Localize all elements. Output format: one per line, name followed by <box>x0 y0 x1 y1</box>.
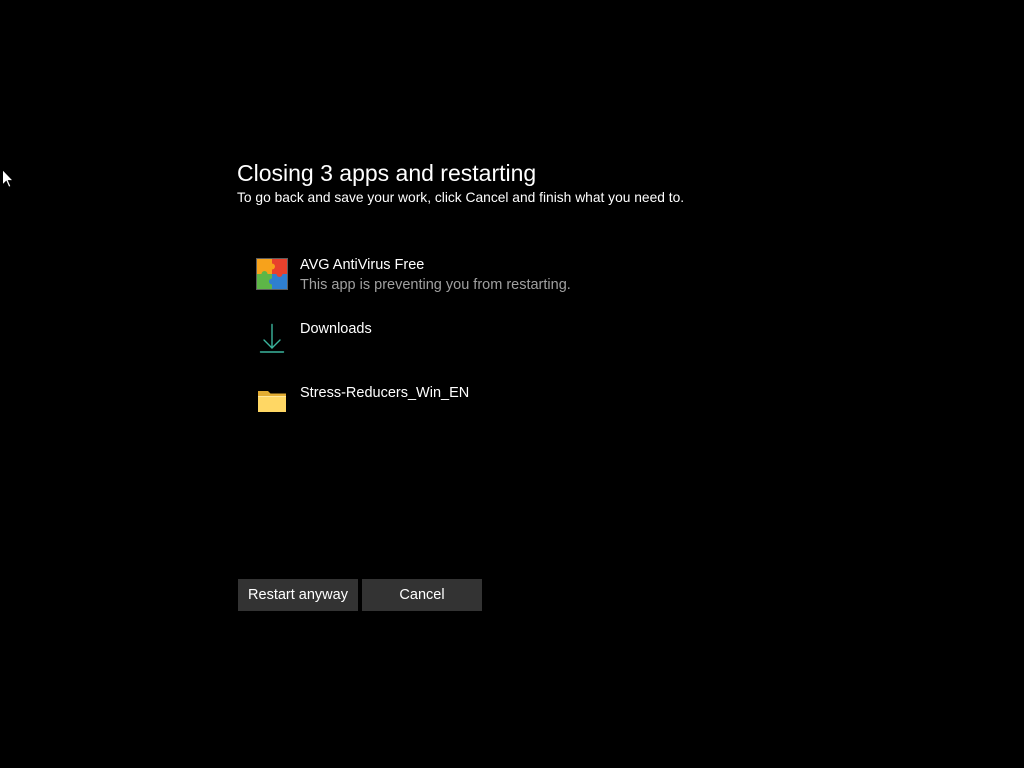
page-subtitle: To go back and save your work, click Can… <box>237 190 685 205</box>
app-name: Stress-Reducers_Win_EN <box>300 385 470 401</box>
app-list-item: Downloads <box>237 320 757 384</box>
restart-anyway-button[interactable]: Restart anyway <box>238 579 358 611</box>
avg-antivirus-icon <box>256 258 288 290</box>
app-list-item: Stress-Reducers_Win_EN <box>237 384 757 448</box>
app-name: AVG AntiVirus Free <box>300 257 425 273</box>
cancel-button[interactable]: Cancel <box>362 579 482 611</box>
download-arrow-icon <box>256 322 288 354</box>
app-list: AVG AntiVirus Free This app is preventin… <box>237 256 757 448</box>
folder-icon <box>256 386 288 418</box>
app-name: Downloads <box>300 321 372 337</box>
app-status: This app is preventing you from restarti… <box>300 277 571 293</box>
arrow-cursor-icon <box>2 168 15 188</box>
app-list-item: AVG AntiVirus Free This app is preventin… <box>237 256 757 320</box>
page-title: Closing 3 apps and restarting <box>237 160 537 186</box>
